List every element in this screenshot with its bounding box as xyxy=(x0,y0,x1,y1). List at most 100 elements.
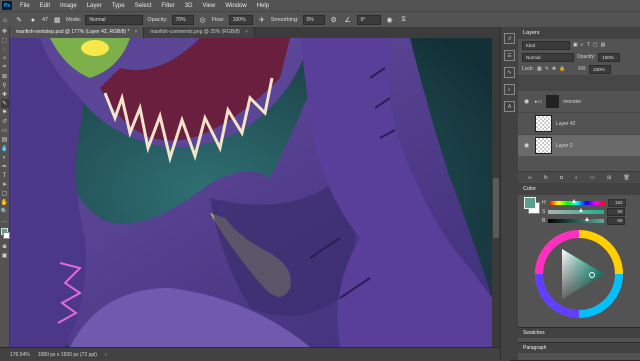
status-arrow-icon[interactable]: › xyxy=(105,352,107,358)
smoothing-field[interactable]: 0% xyxy=(302,15,325,25)
fx-icon[interactable]: fx xyxy=(544,175,548,181)
tab-manfish-comments[interactable]: manfish-comments.png @ 25% (RGB/8) × xyxy=(144,27,255,38)
pen-tool-icon[interactable]: ✒ xyxy=(1,162,9,171)
brushes-panel-icon[interactable]: ✎ xyxy=(504,67,515,78)
home-icon[interactable]: ⌂ xyxy=(0,15,10,25)
zoom-level[interactable]: 176.54% xyxy=(10,352,30,358)
mask-icon[interactable]: ◘ xyxy=(560,175,563,181)
vertical-scrollbar[interactable] xyxy=(492,38,500,347)
brightness-slider-handle[interactable] xyxy=(584,216,589,221)
swatches-panel-tab[interactable]: Swatches xyxy=(518,327,640,338)
background-color-swatch[interactable] xyxy=(2,232,10,239)
crop-tool-icon[interactable]: ⌗ xyxy=(1,63,9,72)
angle-icon[interactable]: ∠ xyxy=(343,15,353,25)
layer-thumbnail[interactable] xyxy=(535,115,552,132)
document-size[interactable]: 1080 px x 1920 px (72 ppi) xyxy=(38,352,97,358)
foreground-color-chip[interactable] xyxy=(524,197,536,209)
lock-position-icon[interactable]: ✥ xyxy=(552,66,556,72)
screen-mode-icon[interactable]: ▣ xyxy=(1,251,9,260)
adjustments-panel-icon[interactable]: ◐ xyxy=(504,84,515,95)
eyedropper-tool-icon[interactable]: ⚲ xyxy=(1,81,9,90)
smoothing-settings-icon[interactable]: ⚙ xyxy=(329,15,339,25)
lock-transparency-icon[interactable]: ▦ xyxy=(537,66,542,72)
eye-icon[interactable]: ◉ xyxy=(524,142,531,149)
quick-mask-icon[interactable]: ◙ xyxy=(1,242,9,251)
menu-select[interactable]: Select xyxy=(130,3,157,9)
menu-window[interactable]: Window xyxy=(220,3,251,9)
document-canvas[interactable] xyxy=(10,38,492,347)
color-swatches[interactable] xyxy=(0,228,10,242)
clone-stamp-tool-icon[interactable]: ⚑ xyxy=(1,108,9,117)
more-tools-icon[interactable]: … xyxy=(1,216,9,225)
flow-field[interactable]: 100% xyxy=(228,15,253,25)
angle-field[interactable]: 0° xyxy=(356,15,381,25)
saturation-slider-handle[interactable] xyxy=(579,207,584,212)
lock-pixels-icon[interactable]: ✎ xyxy=(545,66,549,72)
type-tool-icon[interactable]: T xyxy=(1,171,9,180)
tab-manfish-nextstep[interactable]: manfish-nextstep.psd @ 177% (Layer 42, R… xyxy=(10,27,145,38)
move-tool-icon[interactable]: ✥ xyxy=(1,27,9,36)
marquee-tool-icon[interactable]: ⬚ xyxy=(1,36,9,45)
zoom-tool-icon[interactable]: 🔍 xyxy=(1,207,9,216)
layer-row-layer-42[interactable]: Layer 42 xyxy=(518,112,640,134)
hue-slider[interactable] xyxy=(548,198,605,205)
frame-tool-icon[interactable]: ⊠ xyxy=(1,72,9,81)
brightness-slider[interactable] xyxy=(548,216,605,223)
history-panel-icon[interactable]: ↺ xyxy=(504,33,515,44)
shape-tool-icon[interactable]: ▢ xyxy=(1,189,9,198)
brightness-value[interactable]: 69 xyxy=(607,216,626,225)
layer-row-monster[interactable]: ◉ ▸▭ monster xyxy=(518,90,640,112)
layer-name[interactable]: Layer 2 xyxy=(556,143,573,149)
menu-file[interactable]: File xyxy=(15,3,35,9)
hand-tool-icon[interactable]: ✋ xyxy=(1,198,9,207)
filter-shape-icon[interactable]: ▢ xyxy=(593,42,598,48)
scrollbar-thumb[interactable] xyxy=(493,178,499,238)
color-wheel[interactable] xyxy=(534,229,624,319)
brush-size[interactable]: 47 xyxy=(42,17,48,23)
layer-mask-thumbnail[interactable] xyxy=(546,95,560,108)
paragraph-panel-tab[interactable]: Paragraph xyxy=(518,342,640,353)
menu-type[interactable]: Type xyxy=(107,3,130,9)
menu-edit[interactable]: Edit xyxy=(35,3,55,9)
filter-smart-icon[interactable]: ▤ xyxy=(601,42,606,48)
menu-filter[interactable]: Filter xyxy=(156,3,179,9)
color-panel-tab[interactable]: Color xyxy=(518,183,640,195)
opacity-field[interactable]: 70% xyxy=(171,15,194,25)
brush-tool-icon[interactable]: ✎ xyxy=(14,15,24,25)
layer-opacity-field[interactable]: 100% xyxy=(598,52,621,62)
path-select-tool-icon[interactable]: ➤ xyxy=(1,180,9,189)
layer-kind-filter[interactable]: Kind xyxy=(522,40,570,50)
brush-preset-icon[interactable]: ● xyxy=(28,15,38,25)
healing-tool-icon[interactable]: ✚ xyxy=(1,90,9,99)
menu-3d[interactable]: 3D xyxy=(180,3,198,9)
menu-layer[interactable]: Layer xyxy=(82,3,107,9)
layers-panel-tab[interactable]: Layers xyxy=(518,27,640,39)
properties-panel-icon[interactable]: ☰ xyxy=(504,50,515,61)
menu-image[interactable]: Image xyxy=(55,3,82,9)
layer-thumbnail[interactable] xyxy=(535,137,552,154)
saturation-value[interactable]: 59 xyxy=(607,207,626,216)
quick-select-tool-icon[interactable]: ✧ xyxy=(1,54,9,63)
hue-slider-handle[interactable] xyxy=(571,198,576,203)
hue-value[interactable]: 162 xyxy=(607,198,626,207)
layer-name[interactable]: Layer 42 xyxy=(556,121,575,127)
folder-icon[interactable]: ▭ xyxy=(590,175,595,181)
lock-all-icon[interactable]: 🔒 xyxy=(559,66,565,72)
character-panel-icon[interactable]: A xyxy=(504,101,515,112)
pressure-opacity-icon[interactable]: ◎ xyxy=(198,15,208,25)
filter-adjustment-icon[interactable]: ◐ xyxy=(581,42,584,48)
filter-pixel-icon[interactable]: ▣ xyxy=(573,42,578,48)
eye-icon[interactable]: ◉ xyxy=(524,98,531,105)
close-icon[interactable]: × xyxy=(245,27,248,38)
gradient-tool-icon[interactable]: ▤ xyxy=(1,135,9,144)
new-layer-icon[interactable]: ⊞ xyxy=(607,175,611,181)
symmetry-icon[interactable]: ⧖ xyxy=(399,15,409,25)
blend-mode-select[interactable]: Normal xyxy=(522,52,574,62)
adjustment-icon[interactable]: ◐ xyxy=(575,175,578,181)
close-icon[interactable]: × xyxy=(134,27,137,38)
history-brush-tool-icon[interactable]: ↺ xyxy=(1,117,9,126)
trash-icon[interactable]: 🗑 xyxy=(623,175,629,181)
saturation-slider[interactable] xyxy=(548,207,605,214)
brush-settings-icon[interactable]: ▦ xyxy=(52,15,62,25)
layer-name[interactable]: monster xyxy=(563,99,581,105)
